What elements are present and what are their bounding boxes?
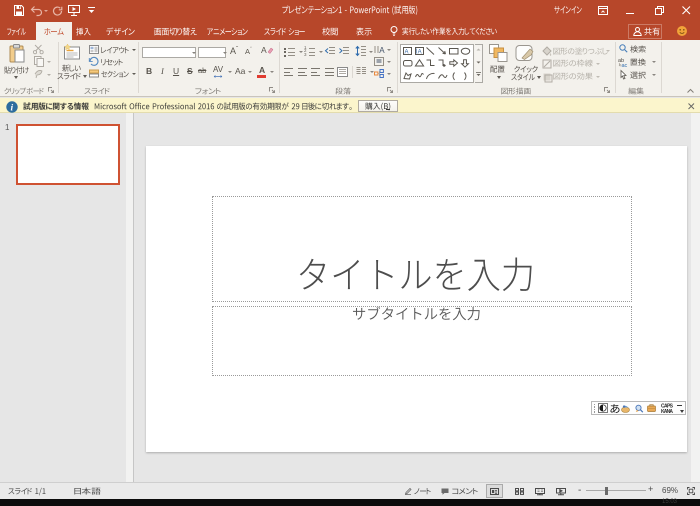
svg-text:A: A: [261, 45, 267, 55]
svg-text:A: A: [417, 49, 421, 55]
svg-text:KANA: KANA: [661, 409, 673, 415]
svg-text:A: A: [379, 46, 385, 55]
svg-text:ac: ac: [622, 63, 628, 69]
svg-text:A: A: [405, 49, 409, 55]
svg-text:i: i: [11, 103, 14, 113]
